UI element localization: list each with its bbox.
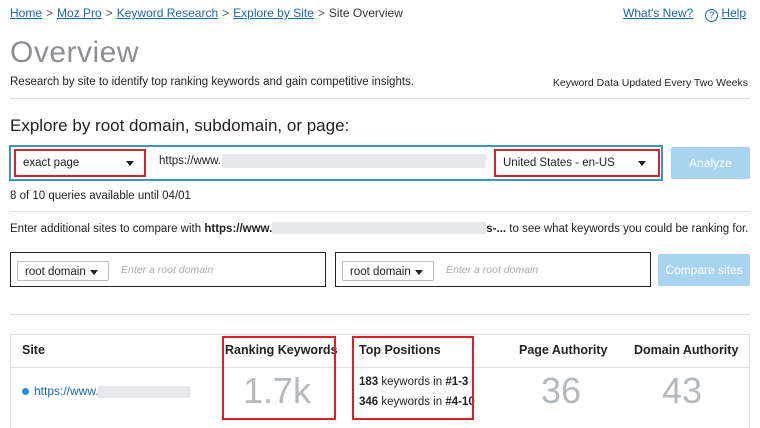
redacted-url <box>222 154 486 168</box>
top-positions-highlight <box>352 336 474 420</box>
header-domain-authority: Domain Authority <box>634 343 739 357</box>
url-input[interactable]: https://www. <box>159 155 221 167</box>
compare-site-2: root domain Enter a root domain <box>335 252 651 287</box>
breadcrumb-keyword-research[interactable]: Keyword Research <box>117 6 218 20</box>
scope-select[interactable]: exact page <box>16 151 144 175</box>
explore-heading: Explore by root domain, subdomain, or pa… <box>10 116 350 135</box>
scope-select-value: exact page <box>23 157 80 169</box>
compare-domain-input-2[interactable]: Enter a root domain <box>446 264 538 276</box>
update-note: Keyword Data Updated Every Two Weeks <box>552 77 748 89</box>
question-icon[interactable]: ? <box>705 9 719 22</box>
header-page-authority: Page Authority <box>519 343 608 357</box>
header-site: Site <box>22 343 45 357</box>
compare-scope-select-1[interactable]: root domain <box>17 261 109 281</box>
help-link[interactable]: Help <box>721 6 746 20</box>
compare-scope-select-2[interactable]: root domain <box>342 261 434 281</box>
site-dot-icon <box>22 388 29 395</box>
queries-remaining: 8 of 10 queries available until 04/01 <box>10 190 191 202</box>
ranking-keywords-highlight <box>222 336 336 420</box>
divider <box>10 211 750 212</box>
analyze-button[interactable]: Analyze <box>671 147 750 179</box>
compare-scope-value-2: root domain <box>350 266 411 278</box>
caret-down-icon <box>90 270 98 275</box>
compare-instructions: Enter additional sites to compare with h… <box>10 222 748 235</box>
compare-url-start: https://www. <box>204 223 273 235</box>
divider <box>10 98 750 99</box>
page-title: Overview <box>10 36 140 69</box>
breadcrumb-separator: > <box>222 6 230 20</box>
breadcrumb-current: Site Overview <box>328 6 403 20</box>
domain-authority-value: 43 <box>662 370 703 411</box>
divider <box>10 314 750 315</box>
caret-down-icon <box>638 161 646 166</box>
locale-select-value: United States - en-US <box>503 157 615 169</box>
breadcrumb-explore-by-site[interactable]: Explore by Site <box>233 6 314 20</box>
breadcrumb-separator: > <box>46 6 54 20</box>
compare-prefix: Enter additional sites to compare with <box>10 223 202 235</box>
compare-site-1: root domain Enter a root domain <box>10 252 326 287</box>
compare-url-end: s-... <box>486 223 507 235</box>
redacted-url <box>272 222 487 234</box>
page-authority-value: 36 <box>541 370 582 411</box>
breadcrumb: Home > Moz Pro > Keyword Research > Explore by… <box>10 6 403 20</box>
compare-scope-value-1: root domain <box>25 266 86 278</box>
compare-suffix: to see what keywords you could be rankin… <box>509 223 749 235</box>
top-links: What's New?? Help <box>623 6 746 22</box>
compare-sites-button[interactable]: Compare sites <box>658 254 750 286</box>
page-subtitle: Research by site to identify top ranking… <box>10 76 414 88</box>
site-url-link[interactable]: https://www. <box>34 384 99 398</box>
caret-down-icon <box>415 270 423 275</box>
breadcrumb-separator: > <box>105 6 113 20</box>
breadcrumb-separator: > <box>317 6 325 20</box>
breadcrumb-moz-pro[interactable]: Moz Pro <box>57 6 102 20</box>
whats-new-link[interactable]: What's New? <box>623 6 693 20</box>
compare-domain-input-1[interactable]: Enter a root domain <box>121 264 213 276</box>
redacted-url <box>98 386 190 398</box>
locale-select[interactable]: United States - en-US <box>496 151 658 175</box>
breadcrumb-home[interactable]: Home <box>10 6 42 20</box>
caret-down-icon <box>126 161 134 166</box>
